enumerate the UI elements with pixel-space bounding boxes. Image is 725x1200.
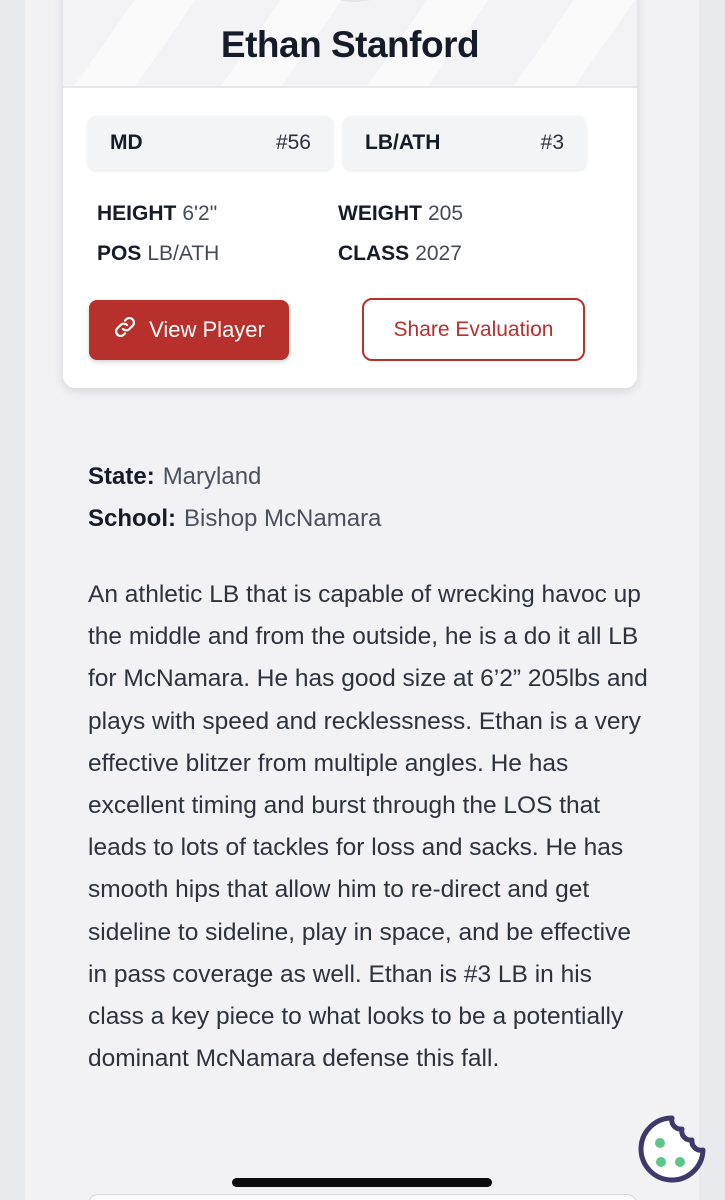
school-detail-label: School: [88,505,176,532]
cookie-settings-button[interactable] [637,1114,707,1184]
evaluation-text: An athletic LB that is capable of wrecki… [88,581,648,1073]
stat-class: CLASS 2027 [338,242,462,266]
state-detail-value: Maryland [162,463,262,490]
share-evaluation-button[interactable]: Share Evaluation [362,298,585,361]
state-detail: State: Maryland [88,463,261,491]
position-rank-badge: LB/ATH #3 [343,116,586,170]
next-card-edge [88,1194,637,1200]
position-rank: #3 [540,131,564,154]
player-card: Ethan Stanford MD #56 LB/ATH #3 HEIGHT 6'… [63,0,637,388]
player-name: Ethan Stanford [220,24,480,65]
link-icon [113,315,137,345]
state-rank: #56 [275,131,311,154]
view-player-label: View Player [149,317,265,342]
stat-position-label: POS [97,242,142,265]
view-player-button[interactable]: View Player [89,300,289,360]
state-code: MD [110,131,143,154]
stat-class-label: CLASS [338,242,410,265]
share-evaluation-label: Share Evaluation [393,317,554,341]
position-code: LB/ATH [365,131,441,154]
player-card-header: Ethan Stanford [63,0,637,88]
stat-height-value: 6'2" [182,202,218,225]
stat-position: POS LB/ATH [97,242,219,266]
state-detail-label: State: [88,463,155,490]
stat-weight-value: 205 [428,202,464,225]
stat-class-value: 2027 [415,242,462,265]
stat-weight-label: WEIGHT [338,202,422,225]
cookie-icon [638,1115,706,1183]
player-avatar [295,0,415,2]
school-detail-value: Bishop McNamara [184,505,382,532]
stat-height: HEIGHT 6'2" [97,202,217,226]
stat-position-value: LB/ATH [147,242,220,265]
state-rank-badge: MD #56 [88,116,333,170]
home-indicator [232,1178,492,1187]
stat-height-label: HEIGHT [97,202,177,225]
school-detail: School: Bishop McNamara [88,505,381,533]
stat-weight: WEIGHT 205 [338,202,463,226]
